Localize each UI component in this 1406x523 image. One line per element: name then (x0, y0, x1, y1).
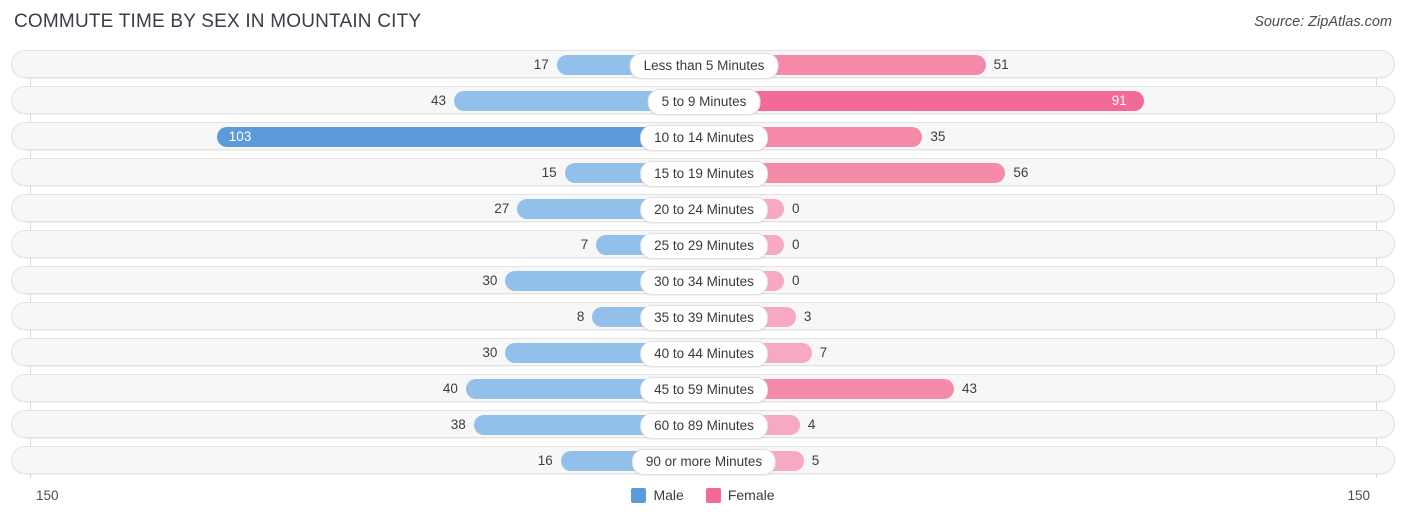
value-label-male: 15 (541, 165, 557, 180)
bar-row: 17 51 Less than 5 Minutes (11, 50, 1395, 79)
bar-row: 30 0 30 to 34 Minutes (11, 266, 1395, 295)
value-label-female: 0 (792, 273, 800, 288)
legend-label-female: Female (727, 487, 775, 503)
value-label-male: 27 (494, 201, 510, 216)
value-label-male: 8 (576, 309, 585, 324)
value-label-female: 35 (930, 129, 946, 144)
value-label-male: 43 (430, 93, 446, 108)
bar-row-inner: 8 3 35 to 39 Minutes (12, 303, 1394, 331)
bar-row-inner: 27 0 20 to 24 Minutes (12, 195, 1394, 223)
category-label: 40 to 44 Minutes (640, 341, 768, 367)
bar-row: 16 5 90 or more Minutes (11, 446, 1395, 475)
value-label-male: 30 (482, 273, 498, 288)
value-label-female: 7 (819, 345, 828, 360)
value-label-male: 103 (228, 129, 252, 144)
bar-row: 27 0 20 to 24 Minutes (11, 194, 1395, 223)
category-label: 35 to 39 Minutes (640, 305, 768, 331)
category-label: 60 to 89 Minutes (640, 413, 768, 439)
category-label: 20 to 24 Minutes (640, 197, 768, 223)
legend-label-male: Male (653, 487, 684, 503)
bar-row-inner: 30 0 30 to 34 Minutes (12, 267, 1394, 295)
value-label-female: 0 (792, 237, 800, 252)
value-label-male: 40 (442, 381, 458, 396)
category-label: 90 or more Minutes (631, 449, 777, 475)
value-label-female: 43 (961, 381, 978, 396)
bar-row-inner: 15 56 15 to 19 Minutes (12, 159, 1394, 187)
bar-row: 38 4 60 to 89 Minutes (11, 410, 1395, 439)
value-label-female: 91 (1111, 93, 1127, 108)
value-label-male: 7 (580, 237, 589, 252)
bar-male[interactable] (216, 127, 704, 147)
bar-row: 43 91 5 to 9 Minutes (11, 86, 1395, 115)
legend-swatch-female (705, 487, 721, 503)
chart-legend: Male Female (0, 487, 1406, 503)
bar-row-inner: 103 35 10 to 14 Minutes (12, 123, 1394, 151)
category-label: 10 to 14 Minutes (640, 125, 768, 151)
category-label: 30 to 34 Minutes (640, 269, 768, 295)
value-label-female: 4 (807, 417, 816, 432)
bar-row-inner: 17 51 Less than 5 Minutes (12, 51, 1394, 79)
bar-row: 103 35 10 to 14 Minutes (11, 122, 1395, 151)
value-label-male: 17 (533, 57, 549, 72)
category-label: 45 to 59 Minutes (640, 377, 768, 403)
value-label-male: 16 (537, 453, 553, 468)
value-label-male: 38 (450, 417, 466, 432)
category-label: 5 to 9 Minutes (647, 89, 761, 115)
bar-row-inner: 40 43 45 to 59 Minutes (12, 375, 1394, 403)
legend-swatch-male (631, 487, 647, 503)
value-label-female: 5 (811, 453, 820, 468)
legend-item-male[interactable]: Male (631, 487, 684, 503)
bar-female[interactable] (704, 91, 1144, 111)
bar-row: 40 43 45 to 59 Minutes (11, 374, 1395, 403)
bar-row-inner: 38 4 60 to 89 Minutes (12, 411, 1394, 439)
value-label-female: 3 (803, 309, 812, 324)
bar-row: 8 3 35 to 39 Minutes (11, 302, 1395, 331)
category-label: 25 to 29 Minutes (640, 233, 768, 259)
bar-row: 15 56 15 to 19 Minutes (11, 158, 1395, 187)
bar-row-inner: 7 0 25 to 29 Minutes (12, 231, 1394, 259)
value-label-male: 30 (482, 345, 498, 360)
category-label: Less than 5 Minutes (629, 53, 779, 79)
bar-row: 30 7 40 to 44 Minutes (11, 338, 1395, 367)
value-label-female: 0 (792, 201, 800, 216)
chart-plot-area: 17 51 Less than 5 Minutes 43 91 5 to 9 Minute… (0, 50, 1406, 482)
category-label: 15 to 19 Minutes (640, 161, 768, 187)
bar-row: 7 0 25 to 29 Minutes (11, 230, 1395, 259)
bar-row-inner: 30 7 40 to 44 Minutes (12, 339, 1394, 367)
page-title: COMMUTE TIME BY SEX IN MOUNTAIN CITY (14, 11, 422, 32)
value-label-female: 51 (993, 57, 1009, 72)
bar-row-inner: 43 91 5 to 9 Minutes (12, 87, 1394, 115)
source-attribution: Source: ZipAtlas.com (1254, 14, 1392, 30)
bar-row-inner: 16 5 90 or more Minutes (12, 447, 1394, 475)
legend-item-female[interactable]: Female (705, 487, 775, 503)
value-label-female: 56 (1013, 165, 1029, 180)
